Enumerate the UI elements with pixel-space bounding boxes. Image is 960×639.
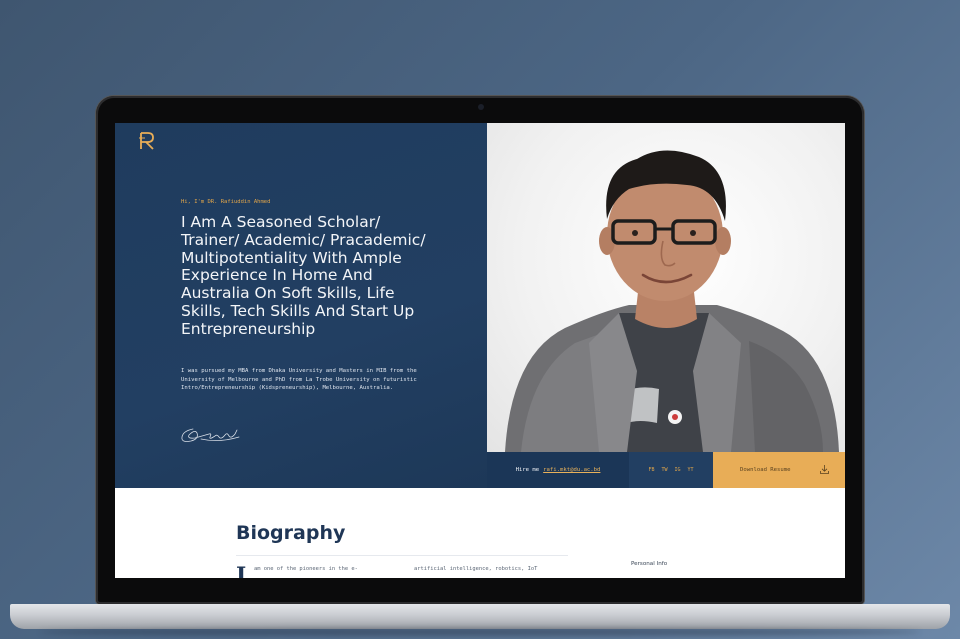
signature-image	[181, 428, 240, 442]
social-link-yt[interactable]: YT	[688, 467, 694, 473]
hero-intro-panel: Hi, I'm DR. Rafiuddin Ahmed I Am A Seaso…	[115, 123, 487, 488]
social-link-tw[interactable]: TW	[661, 467, 667, 473]
hire-me-bar: Hire me rafi.mkt@du.ac.bd	[487, 452, 629, 488]
hire-email-link[interactable]: rafi.mkt@du.ac.bd	[543, 467, 600, 473]
laptop-base	[10, 604, 950, 629]
greeting-text: Hi, I'm DR. Rafiuddin Ahmed	[181, 199, 271, 205]
download-resume-label: Download Resume	[740, 467, 791, 473]
laptop-lid: Hi, I'm DR. Rafiuddin Ahmed I Am A Seaso…	[96, 96, 864, 604]
download-resume-button[interactable]: Download Resume	[713, 452, 845, 488]
divider	[236, 555, 568, 556]
biography-text-col1: am one of the pioneers in the e-	[254, 566, 358, 572]
portrait-photo	[487, 123, 845, 452]
portrait-image	[505, 150, 839, 452]
biography-dropcap: I	[236, 563, 247, 578]
hire-me-label: Hire me	[515, 467, 540, 473]
download-icon	[820, 465, 829, 474]
hero-headline: I Am A Seasoned Scholar/ Trainer/ Academ…	[181, 213, 426, 338]
biography-text-col2: artificial intelligence, robotics, IoT	[414, 566, 538, 572]
webcam	[478, 104, 484, 110]
laptop-shadow	[40, 628, 920, 636]
hero-intro-text: I was pursued my MBA from Dhaka Universi…	[181, 368, 417, 392]
biography-section: Biography I am one of the pioneers in th…	[115, 488, 845, 578]
social-link-ig[interactable]: IG	[675, 467, 681, 473]
laptop-screen: Hi, I'm DR. Rafiuddin Ahmed I Am A Seaso…	[115, 123, 845, 578]
social-links: FB TW IG YT	[629, 452, 713, 488]
personal-info-heading: Personal Info	[631, 561, 668, 567]
biography-title: Biography	[236, 522, 346, 544]
logo-r-icon[interactable]	[136, 130, 158, 152]
social-link-fb[interactable]: FB	[648, 467, 654, 473]
